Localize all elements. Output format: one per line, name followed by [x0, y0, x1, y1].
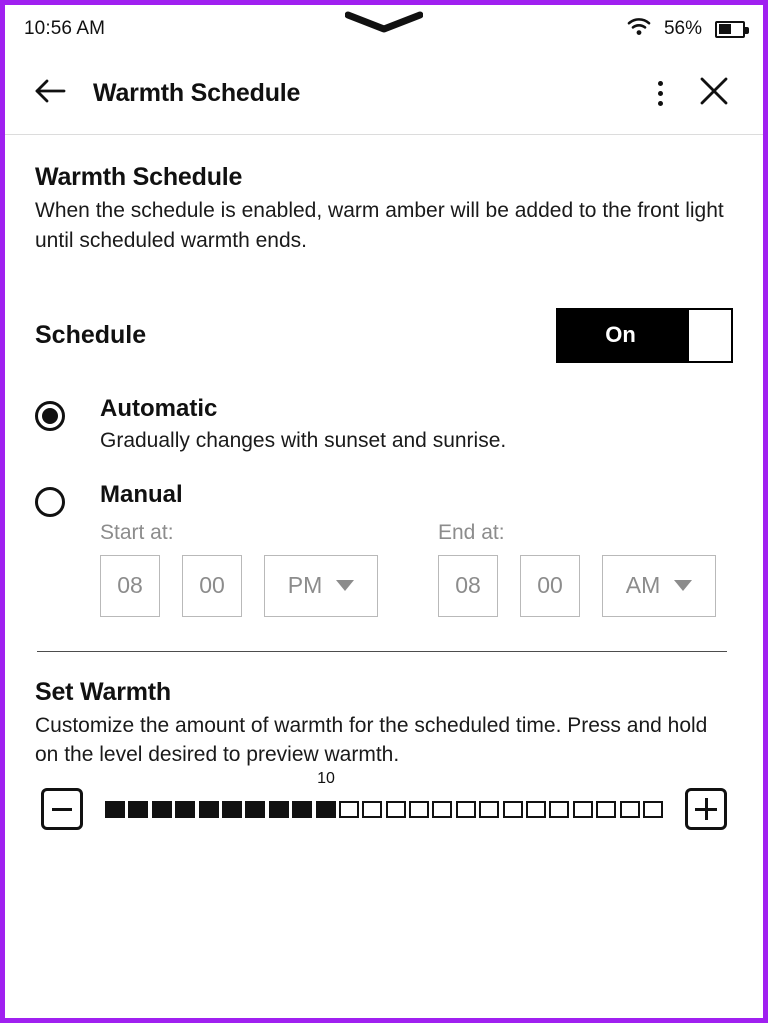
- option-manual-body: Manual Start at: 08 00 PM End at: 08 00 …: [100, 481, 716, 617]
- start-time-fields: 08 00 PM: [100, 554, 378, 617]
- warmth-segment[interactable]: [409, 800, 430, 818]
- intro-title: Warmth Schedule: [35, 163, 243, 191]
- warmth-level-control: 10: [35, 770, 733, 831]
- option-automatic-description: Gradually changes with sunset and sunris…: [100, 428, 507, 452]
- schedule-toggle-state-label: On: [605, 322, 636, 348]
- warmth-segment[interactable]: [175, 800, 196, 818]
- app-header: Warmth Schedule: [5, 53, 763, 135]
- start-minute-input[interactable]: 00: [182, 554, 242, 617]
- start-meridiem-value: PM: [287, 572, 323, 599]
- overflow-dot: [657, 81, 663, 86]
- end-meridiem-select[interactable]: AM: [602, 554, 716, 617]
- warmth-segment[interactable]: [292, 800, 313, 818]
- time-pickers: Start at: 08 00 PM End at: 08 00 AM: [100, 521, 716, 617]
- start-at-label: Start at:: [100, 520, 174, 544]
- radio-automatic[interactable]: [35, 400, 65, 431]
- radio-manual[interactable]: [35, 486, 65, 517]
- status-clock: 10:56 AM: [24, 18, 106, 39]
- schedule-toggle[interactable]: On: [556, 307, 733, 363]
- battery-percent-label: 56%: [663, 18, 702, 39]
- warmth-segment[interactable]: [385, 800, 406, 818]
- intro-description: When the schedule is enabled, warm amber…: [35, 199, 724, 252]
- wifi-icon: [627, 17, 651, 41]
- warmth-segment[interactable]: [362, 800, 383, 818]
- battery-fill: [718, 24, 732, 34]
- warmth-segment[interactable]: [315, 800, 336, 818]
- end-time-fields: 08 00 AM: [438, 554, 716, 617]
- close-icon: [699, 76, 729, 111]
- warmth-segment[interactable]: [105, 800, 125, 818]
- page-content: Warmth Schedule When the schedule is ena…: [5, 135, 763, 831]
- warmth-segment[interactable]: [198, 800, 219, 818]
- option-manual-title: Manual: [100, 480, 183, 508]
- warmth-increase-button[interactable]: [685, 788, 727, 831]
- warmth-track-wrapper: 10: [105, 770, 663, 822]
- option-automatic[interactable]: Automatic Gradually changes with sunset …: [35, 395, 733, 453]
- time-picker-start: Start at: 08 00 PM: [100, 521, 378, 617]
- warmth-segment[interactable]: [245, 800, 266, 818]
- warmth-decrease-button[interactable]: [41, 788, 83, 831]
- section-divider: [37, 650, 727, 652]
- warmth-segment[interactable]: [455, 800, 476, 818]
- overflow-dot: [657, 101, 663, 106]
- end-hour-input[interactable]: 08: [438, 554, 498, 617]
- schedule-row: Schedule On: [35, 307, 733, 363]
- more-vertical-icon[interactable]: [639, 71, 681, 117]
- set-warmth-description: Customize the amount of warmth for the s…: [35, 713, 708, 767]
- end-meridiem-value: AM: [625, 572, 661, 599]
- warmth-segment[interactable]: [619, 800, 640, 818]
- end-minute-input[interactable]: 00: [520, 554, 580, 617]
- warmth-segment[interactable]: [572, 800, 593, 818]
- warmth-segment[interactable]: [151, 800, 172, 818]
- warmth-segment[interactable]: [526, 800, 547, 818]
- set-warmth-title: Set Warmth: [35, 677, 171, 706]
- minus-icon: [52, 807, 72, 811]
- warmth-segment[interactable]: [128, 800, 149, 818]
- warmth-segment[interactable]: [221, 800, 242, 818]
- arrow-left-icon: [34, 78, 66, 109]
- warmth-segment[interactable]: [596, 800, 617, 818]
- time-picker-end: End at: 08 00 AM: [438, 521, 716, 617]
- battery-icon: [715, 20, 749, 38]
- page-title: Warmth Schedule: [93, 79, 301, 107]
- chevron-down-icon: [674, 580, 693, 592]
- status-indicators: 56%: [627, 17, 749, 41]
- schedule-label: Schedule: [35, 320, 147, 349]
- schedule-mode-options: Automatic Gradually changes with sunset …: [35, 395, 733, 617]
- warmth-segment[interactable]: [479, 800, 500, 818]
- option-automatic-title: Automatic: [100, 394, 218, 422]
- chevron-down-icon[interactable]: [344, 11, 424, 38]
- start-hour-input[interactable]: 08: [100, 554, 160, 617]
- warmth-value-label: 10: [317, 770, 335, 788]
- chevron-down-icon: [336, 580, 355, 592]
- warmth-segment[interactable]: [502, 800, 523, 818]
- warmth-slider[interactable]: [105, 796, 663, 822]
- warmth-segment[interactable]: [268, 800, 289, 818]
- option-manual[interactable]: Manual Start at: 08 00 PM End at: 08 00 …: [35, 481, 733, 617]
- plus-icon: [695, 798, 717, 821]
- close-button[interactable]: [689, 71, 739, 117]
- start-meridiem-select[interactable]: PM: [264, 554, 378, 617]
- back-button[interactable]: [27, 71, 73, 117]
- device-frame: 10:56 AM 56% Warmth Schedule Warmth Sche…: [0, 0, 768, 1023]
- set-warmth-section: Set Warmth Customize the amount of warmt…: [35, 678, 733, 831]
- warmth-segment[interactable]: [432, 800, 453, 818]
- warmth-segment[interactable]: [642, 800, 663, 818]
- end-at-label: End at:: [438, 520, 505, 544]
- schedule-toggle-knob: [689, 309, 731, 361]
- option-automatic-body: Automatic Gradually changes with sunset …: [100, 395, 506, 453]
- warmth-segment[interactable]: [338, 800, 359, 818]
- warmth-segment[interactable]: [549, 800, 570, 818]
- overflow-dot: [657, 91, 663, 96]
- status-bar: 10:56 AM 56%: [5, 5, 763, 53]
